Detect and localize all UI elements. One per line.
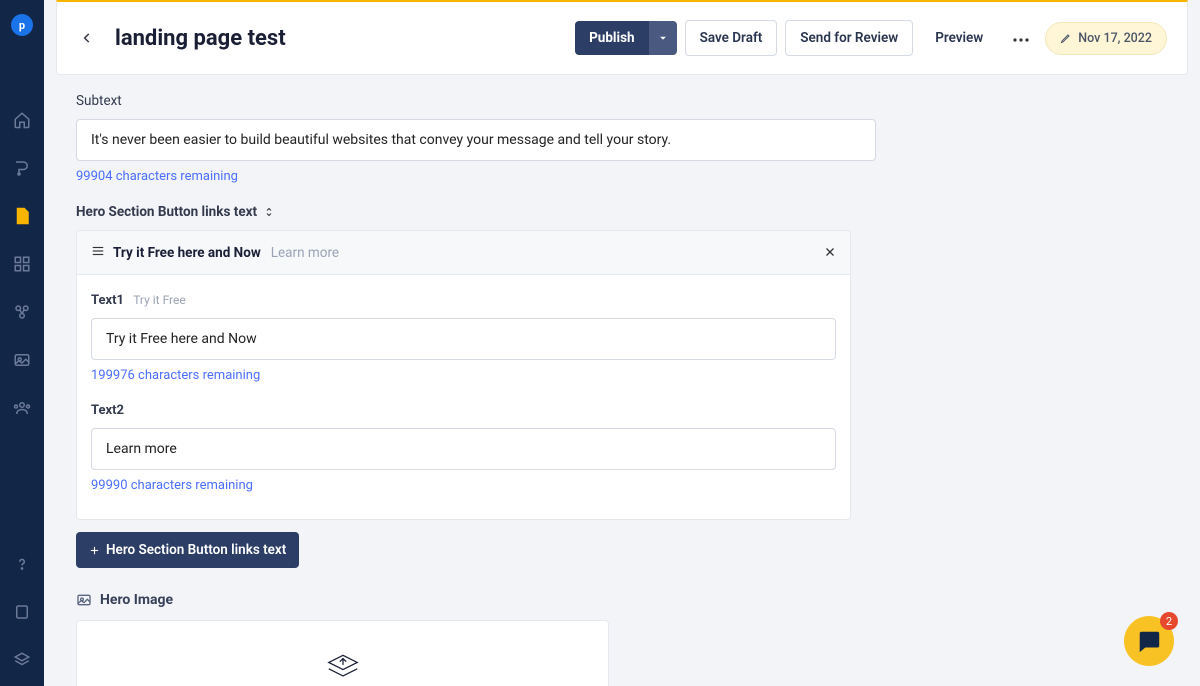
plus-icon — [89, 545, 100, 556]
hero-button-item-header[interactable]: Try it Free here and Now Learn more — [77, 231, 850, 275]
intercom-badge: 2 — [1160, 612, 1178, 630]
text1-hint: Try it Free — [133, 293, 186, 307]
intercom-launcher[interactable]: 2 — [1124, 616, 1174, 666]
publish-label: Publish — [575, 21, 649, 55]
more-actions-button[interactable] — [1005, 21, 1037, 55]
sidebar: p — [0, 0, 44, 686]
nav-grid-icon[interactable] — [12, 254, 32, 274]
nav-users-icon[interactable] — [12, 398, 32, 418]
chat-icon — [1136, 628, 1162, 654]
save-draft-button[interactable]: Save Draft — [685, 20, 778, 56]
chevron-left-icon — [80, 31, 94, 45]
nav-blog-icon[interactable] — [12, 158, 32, 178]
nav-components-icon[interactable] — [12, 302, 32, 322]
sidebar-bottom — [12, 554, 32, 670]
nav-pages-icon[interactable] — [12, 206, 32, 226]
nav-help-icon[interactable] — [12, 554, 32, 574]
hero-button-item: Try it Free here and Now Learn more Text… — [76, 230, 851, 520]
page-title: landing page test — [111, 26, 286, 51]
back-button[interactable] — [75, 26, 99, 50]
image-icon — [76, 592, 92, 608]
text1-label: Text1 Try it Free — [91, 293, 836, 308]
hero-button-item-title: Try it Free here and Now — [113, 245, 261, 261]
text1-char-remaining: 199976 characters remaining — [91, 368, 836, 383]
nav-media-icon[interactable] — [12, 350, 32, 370]
drag-handle-icon[interactable] — [91, 243, 105, 262]
pencil-icon — [1060, 32, 1072, 44]
nav-book-icon[interactable] — [12, 602, 32, 622]
scheduled-date-pill[interactable]: Nov 17, 2022 — [1045, 22, 1167, 55]
content-area: Subtext 99904 characters remaining Hero … — [56, 75, 1188, 686]
subtext-char-remaining: 99904 characters remaining — [76, 169, 1168, 184]
main-panel: landing page test Publish Save Draft Sen… — [44, 0, 1200, 686]
media-dropzone[interactable]: Choose Media or Drag and Drop File — [76, 620, 609, 686]
send-for-review-button[interactable]: Send for Review — [785, 20, 913, 56]
add-hero-button-label: Hero Section Button links text — [106, 542, 286, 558]
subtext-input[interactable] — [76, 119, 876, 161]
hero-buttons-section-label: Hero Section Button links text — [76, 204, 1168, 220]
nav-home-icon[interactable] — [12, 110, 32, 130]
text2-label: Text2 — [91, 403, 836, 418]
hero-button-item-subtitle: Learn more — [271, 245, 339, 261]
publish-dropdown[interactable] — [649, 21, 677, 55]
hero-image-label: Hero Image — [76, 592, 1168, 608]
publish-button[interactable]: Publish — [575, 21, 677, 55]
brand-logo[interactable]: p — [11, 14, 33, 36]
text2-char-remaining: 99990 characters remaining — [91, 478, 836, 493]
hero-image-label-text: Hero Image — [100, 592, 173, 608]
nav-stack-icon[interactable] — [12, 650, 32, 670]
close-icon — [824, 246, 836, 258]
preview-button[interactable]: Preview — [921, 21, 997, 55]
hero-button-item-body: Text1 Try it Free 199976 characters rema… — [77, 275, 850, 519]
sidebar-nav — [12, 110, 32, 418]
hero-button-item-remove[interactable] — [824, 243, 836, 262]
caret-down-icon — [658, 33, 668, 43]
more-icon — [1013, 38, 1029, 42]
top-actions: Publish Save Draft Send for Review Previ… — [575, 20, 1167, 56]
sort-icon[interactable] — [263, 206, 275, 218]
text2-input[interactable] — [91, 428, 836, 470]
add-hero-button-item[interactable]: Hero Section Button links text — [76, 532, 299, 568]
topbar: landing page test Publish Save Draft Sen… — [56, 0, 1188, 75]
text1-input[interactable] — [91, 318, 836, 360]
scheduled-date-text: Nov 17, 2022 — [1078, 31, 1152, 46]
hero-buttons-section-label-text: Hero Section Button links text — [76, 204, 257, 220]
stack-upload-icon — [324, 649, 362, 686]
subtext-label: Subtext — [76, 93, 1168, 109]
